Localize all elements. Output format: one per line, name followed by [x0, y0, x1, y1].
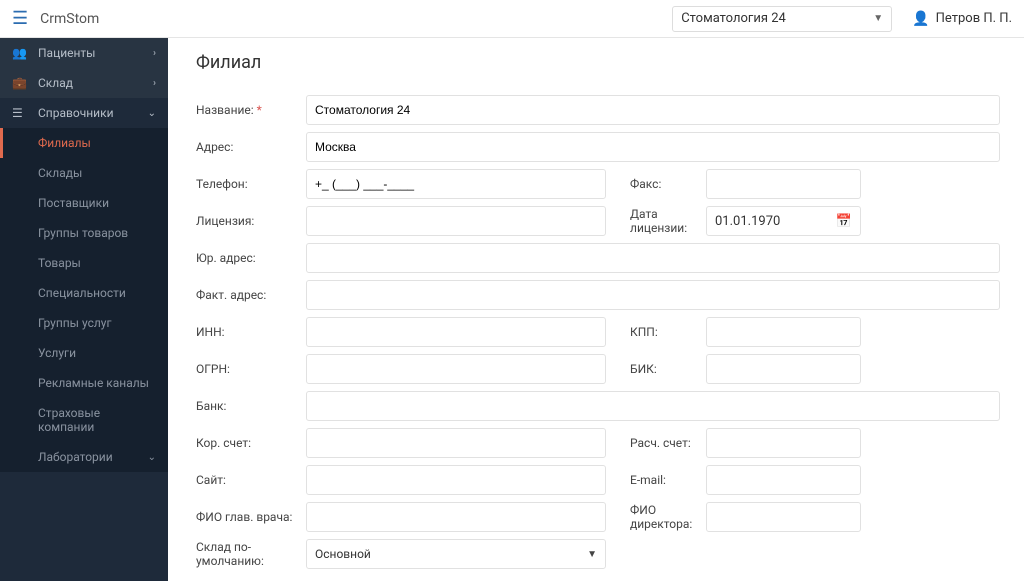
- ogrn-input[interactable]: [306, 354, 606, 384]
- user-menu[interactable]: 👤 Петров П. П.: [912, 11, 1012, 27]
- org-selector[interactable]: Стоматология 24 ▼: [672, 6, 892, 32]
- head-doctor-input[interactable]: [306, 502, 606, 532]
- ras-acct-input[interactable]: [706, 428, 861, 458]
- label-legal-address: Юр. адрес:: [196, 251, 306, 265]
- label-fax: Факс:: [624, 177, 706, 191]
- sidebar-submenu-dicts: Филиалы Склады Поставщики Группы товаров…: [0, 128, 168, 472]
- patients-icon: 👥: [12, 46, 28, 60]
- kor-acct-input[interactable]: [306, 428, 606, 458]
- sidebar-sub-product-groups[interactable]: Группы товаров: [0, 218, 168, 248]
- address-input[interactable]: [306, 132, 1000, 162]
- topbar: ☰ CrmStom Стоматология 24 ▼ 👤 Петров П. …: [0, 0, 1024, 38]
- chevron-right-icon: ›: [153, 48, 156, 59]
- sidebar-sub-insurance[interactable]: Страховые компании: [0, 398, 168, 442]
- sidebar-sub-ad-channels[interactable]: Рекламные каналы: [0, 368, 168, 398]
- sidebar-item-label: Пациенты: [38, 46, 96, 60]
- sidebar-sub-suppliers[interactable]: Поставщики: [0, 188, 168, 218]
- label-license: Лицензия:: [196, 214, 306, 228]
- sidebar: 👥 Пациенты › 💼 Склад › ☰ Справочники ⌄ Ф…: [0, 38, 168, 581]
- bik-input[interactable]: [706, 354, 861, 384]
- inn-input[interactable]: [306, 317, 606, 347]
- kpp-input[interactable]: [706, 317, 861, 347]
- label-phone: Телефон:: [196, 177, 306, 191]
- license-input[interactable]: [306, 206, 606, 236]
- label-address: Адрес:: [196, 140, 306, 154]
- name-input[interactable]: [306, 95, 1000, 125]
- org-selector-value: Стоматология 24: [681, 11, 786, 26]
- label-email: E-mail:: [624, 473, 706, 487]
- list-icon: ☰: [12, 106, 28, 120]
- chevron-right-icon: ›: [153, 78, 156, 89]
- label-ogrn: ОГРН:: [196, 362, 306, 376]
- label-director: ФИО директора:: [624, 503, 706, 531]
- sidebar-sub-service-groups[interactable]: Группы услуг: [0, 308, 168, 338]
- briefcase-icon: 💼: [12, 76, 28, 90]
- label-kor-acct: Кор. счет:: [196, 436, 306, 450]
- label-head-doctor: ФИО глав. врача:: [196, 510, 306, 524]
- chevron-down-icon: ▼: [873, 13, 883, 24]
- label-site: Сайт:: [196, 473, 306, 487]
- sidebar-sub-products[interactable]: Товары: [0, 248, 168, 278]
- sidebar-sub-services[interactable]: Услуги: [0, 338, 168, 368]
- fact-address-input[interactable]: [306, 280, 1000, 310]
- chevron-down-icon: ⌄: [148, 108, 156, 119]
- label-license-date: Дата лицензии:: [624, 207, 706, 235]
- sidebar-sub-specialties[interactable]: Специальности: [0, 278, 168, 308]
- calendar-icon: 📅: [836, 214, 852, 229]
- label-name: Название: *: [196, 103, 306, 117]
- default-stock-select[interactable]: Основной ▼: [306, 539, 606, 569]
- sidebar-item-patients[interactable]: 👥 Пациенты ›: [0, 38, 168, 68]
- user-name: Петров П. П.: [936, 11, 1012, 26]
- sidebar-item-stock[interactable]: 💼 Склад ›: [0, 68, 168, 98]
- user-icon: 👤: [912, 11, 929, 27]
- default-stock-value: Основной: [315, 547, 371, 561]
- label-fact-address: Факт. адрес:: [196, 288, 306, 302]
- sidebar-item-label: Справочники: [38, 106, 114, 120]
- app-brand: CrmStom: [40, 11, 99, 27]
- director-input[interactable]: [706, 502, 861, 532]
- phone-input[interactable]: [306, 169, 606, 199]
- label-default-stock: Склад по-умолчанию:: [196, 540, 306, 568]
- license-date-input[interactable]: 01.01.1970 📅: [706, 206, 861, 236]
- label-bik: БИК:: [624, 362, 706, 376]
- sidebar-sub-branches[interactable]: Филиалы: [0, 128, 168, 158]
- chevron-down-icon: ▼: [587, 549, 597, 560]
- main-content: Филиал Название: * Адрес: Телефон: Факс:…: [168, 38, 1024, 581]
- label-inn: ИНН:: [196, 325, 306, 339]
- label-ras-acct: Расч. счет:: [624, 436, 706, 450]
- sidebar-item-dicts[interactable]: ☰ Справочники ⌄: [0, 98, 168, 128]
- chevron-down-icon: ⌄: [148, 452, 156, 463]
- email-input[interactable]: [706, 465, 861, 495]
- branch-form: Название: * Адрес: Телефон: Факс: Лиценз…: [196, 95, 1000, 581]
- sidebar-sub-warehouses[interactable]: Склады: [0, 158, 168, 188]
- menu-toggle-icon[interactable]: ☰: [12, 8, 28, 29]
- legal-address-input[interactable]: [306, 243, 1000, 273]
- bank-input[interactable]: [306, 391, 1000, 421]
- label-bank: Банк:: [196, 399, 306, 413]
- fax-input[interactable]: [706, 169, 861, 199]
- label-kpp: КПП:: [624, 325, 706, 339]
- page-title: Филиал: [196, 52, 1000, 73]
- site-input[interactable]: [306, 465, 606, 495]
- sidebar-item-label: Склад: [38, 76, 73, 90]
- license-date-value: 01.01.1970: [715, 214, 780, 229]
- sidebar-sub-labs[interactable]: Лаборатории ⌄: [0, 442, 168, 472]
